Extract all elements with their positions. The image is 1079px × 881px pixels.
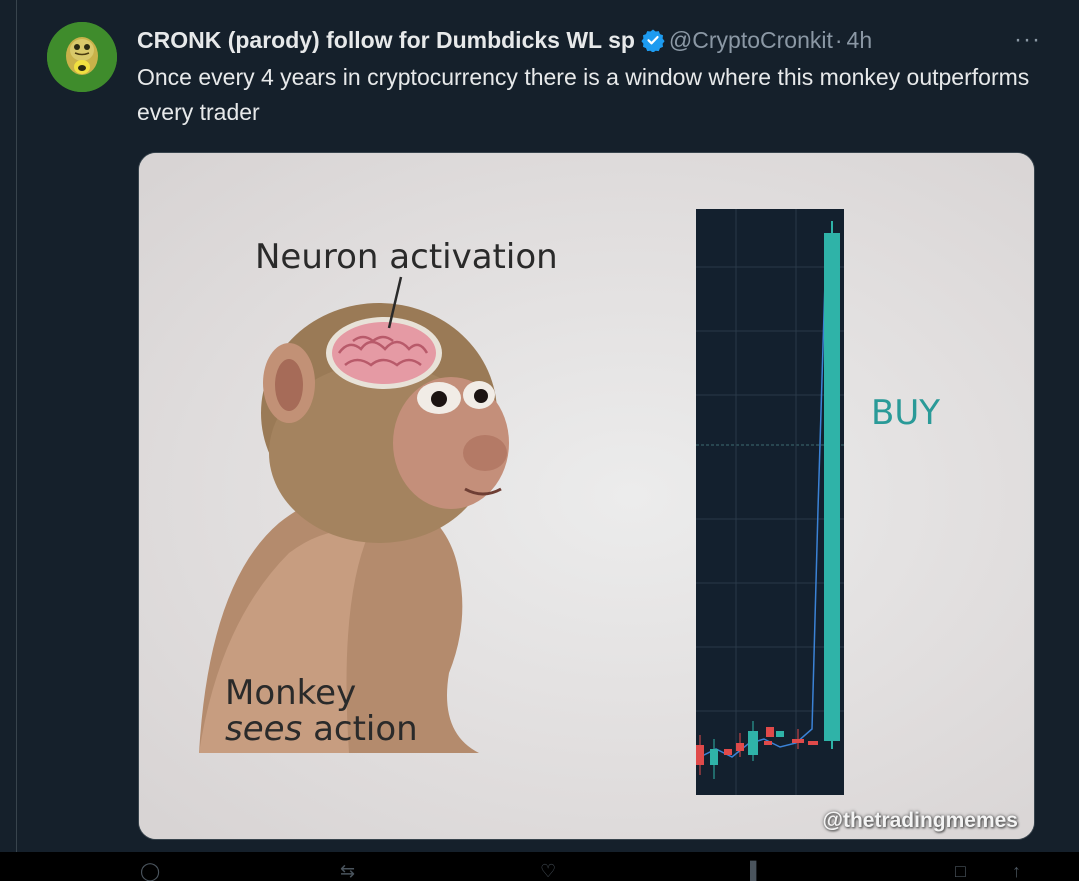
tweet-card[interactable]: CRONK (parody) follow for Dumbdicks WL s…	[16, 0, 1079, 852]
watermark: @thetradingmemes	[822, 809, 1018, 832]
reply-icon: ◯	[140, 861, 161, 881]
tweet-header: CRONK (parody) follow for Dumbdicks WL s…	[137, 22, 1037, 58]
retweet-icon: ⇆	[340, 861, 356, 881]
bookmark-icon: □	[955, 861, 966, 881]
bookmark-button[interactable]: □	[955, 856, 966, 881]
monkey-sees-action-label: Monkey sees action	[225, 675, 418, 747]
user-handle[interactable]: @CryptoCronkit	[669, 22, 833, 58]
monkey-label-line1: Monkey	[225, 673, 357, 713]
separator-dot: ·	[834, 27, 843, 53]
retweet-button[interactable]: ⇆	[340, 856, 355, 881]
monkey-label-italic: sees	[225, 709, 303, 749]
monkey-label-rest: action	[302, 709, 418, 749]
share-icon: ↑	[1012, 861, 1021, 881]
buy-label: BUY	[871, 393, 940, 433]
tweet-action-bar: ◯ ⇆ ♡ ▌ □ ↑	[0, 852, 1079, 881]
avatar[interactable]	[47, 22, 117, 92]
like-button[interactable]: ♡	[540, 856, 556, 881]
verified-badge-icon[interactable]	[641, 28, 665, 52]
reply-button[interactable]: ◯	[140, 856, 160, 881]
share-button[interactable]: ↑	[1012, 856, 1021, 881]
views-button[interactable]: ▌	[750, 856, 763, 881]
avatar-frog-icon	[47, 22, 117, 92]
neuron-activation-label: Neuron activation	[255, 237, 558, 277]
monkey-label-line2: sees action	[225, 711, 418, 747]
display-name[interactable]: CRONK (parody) follow for Dumbdicks WL s…	[137, 22, 635, 58]
more-icon[interactable]: ···	[1014, 22, 1041, 58]
like-icon: ♡	[540, 861, 557, 881]
tweet-time[interactable]: 4h	[847, 27, 873, 53]
price-chart	[696, 209, 844, 795]
tweet-text: Once every 4 years in cryptocurrency the…	[137, 64, 1030, 125]
candlestick-chart	[696, 209, 844, 795]
views-icon: ▌	[750, 861, 763, 881]
tweet-media-image[interactable]: Neuron activation Monkey sees action BUY…	[138, 152, 1035, 840]
